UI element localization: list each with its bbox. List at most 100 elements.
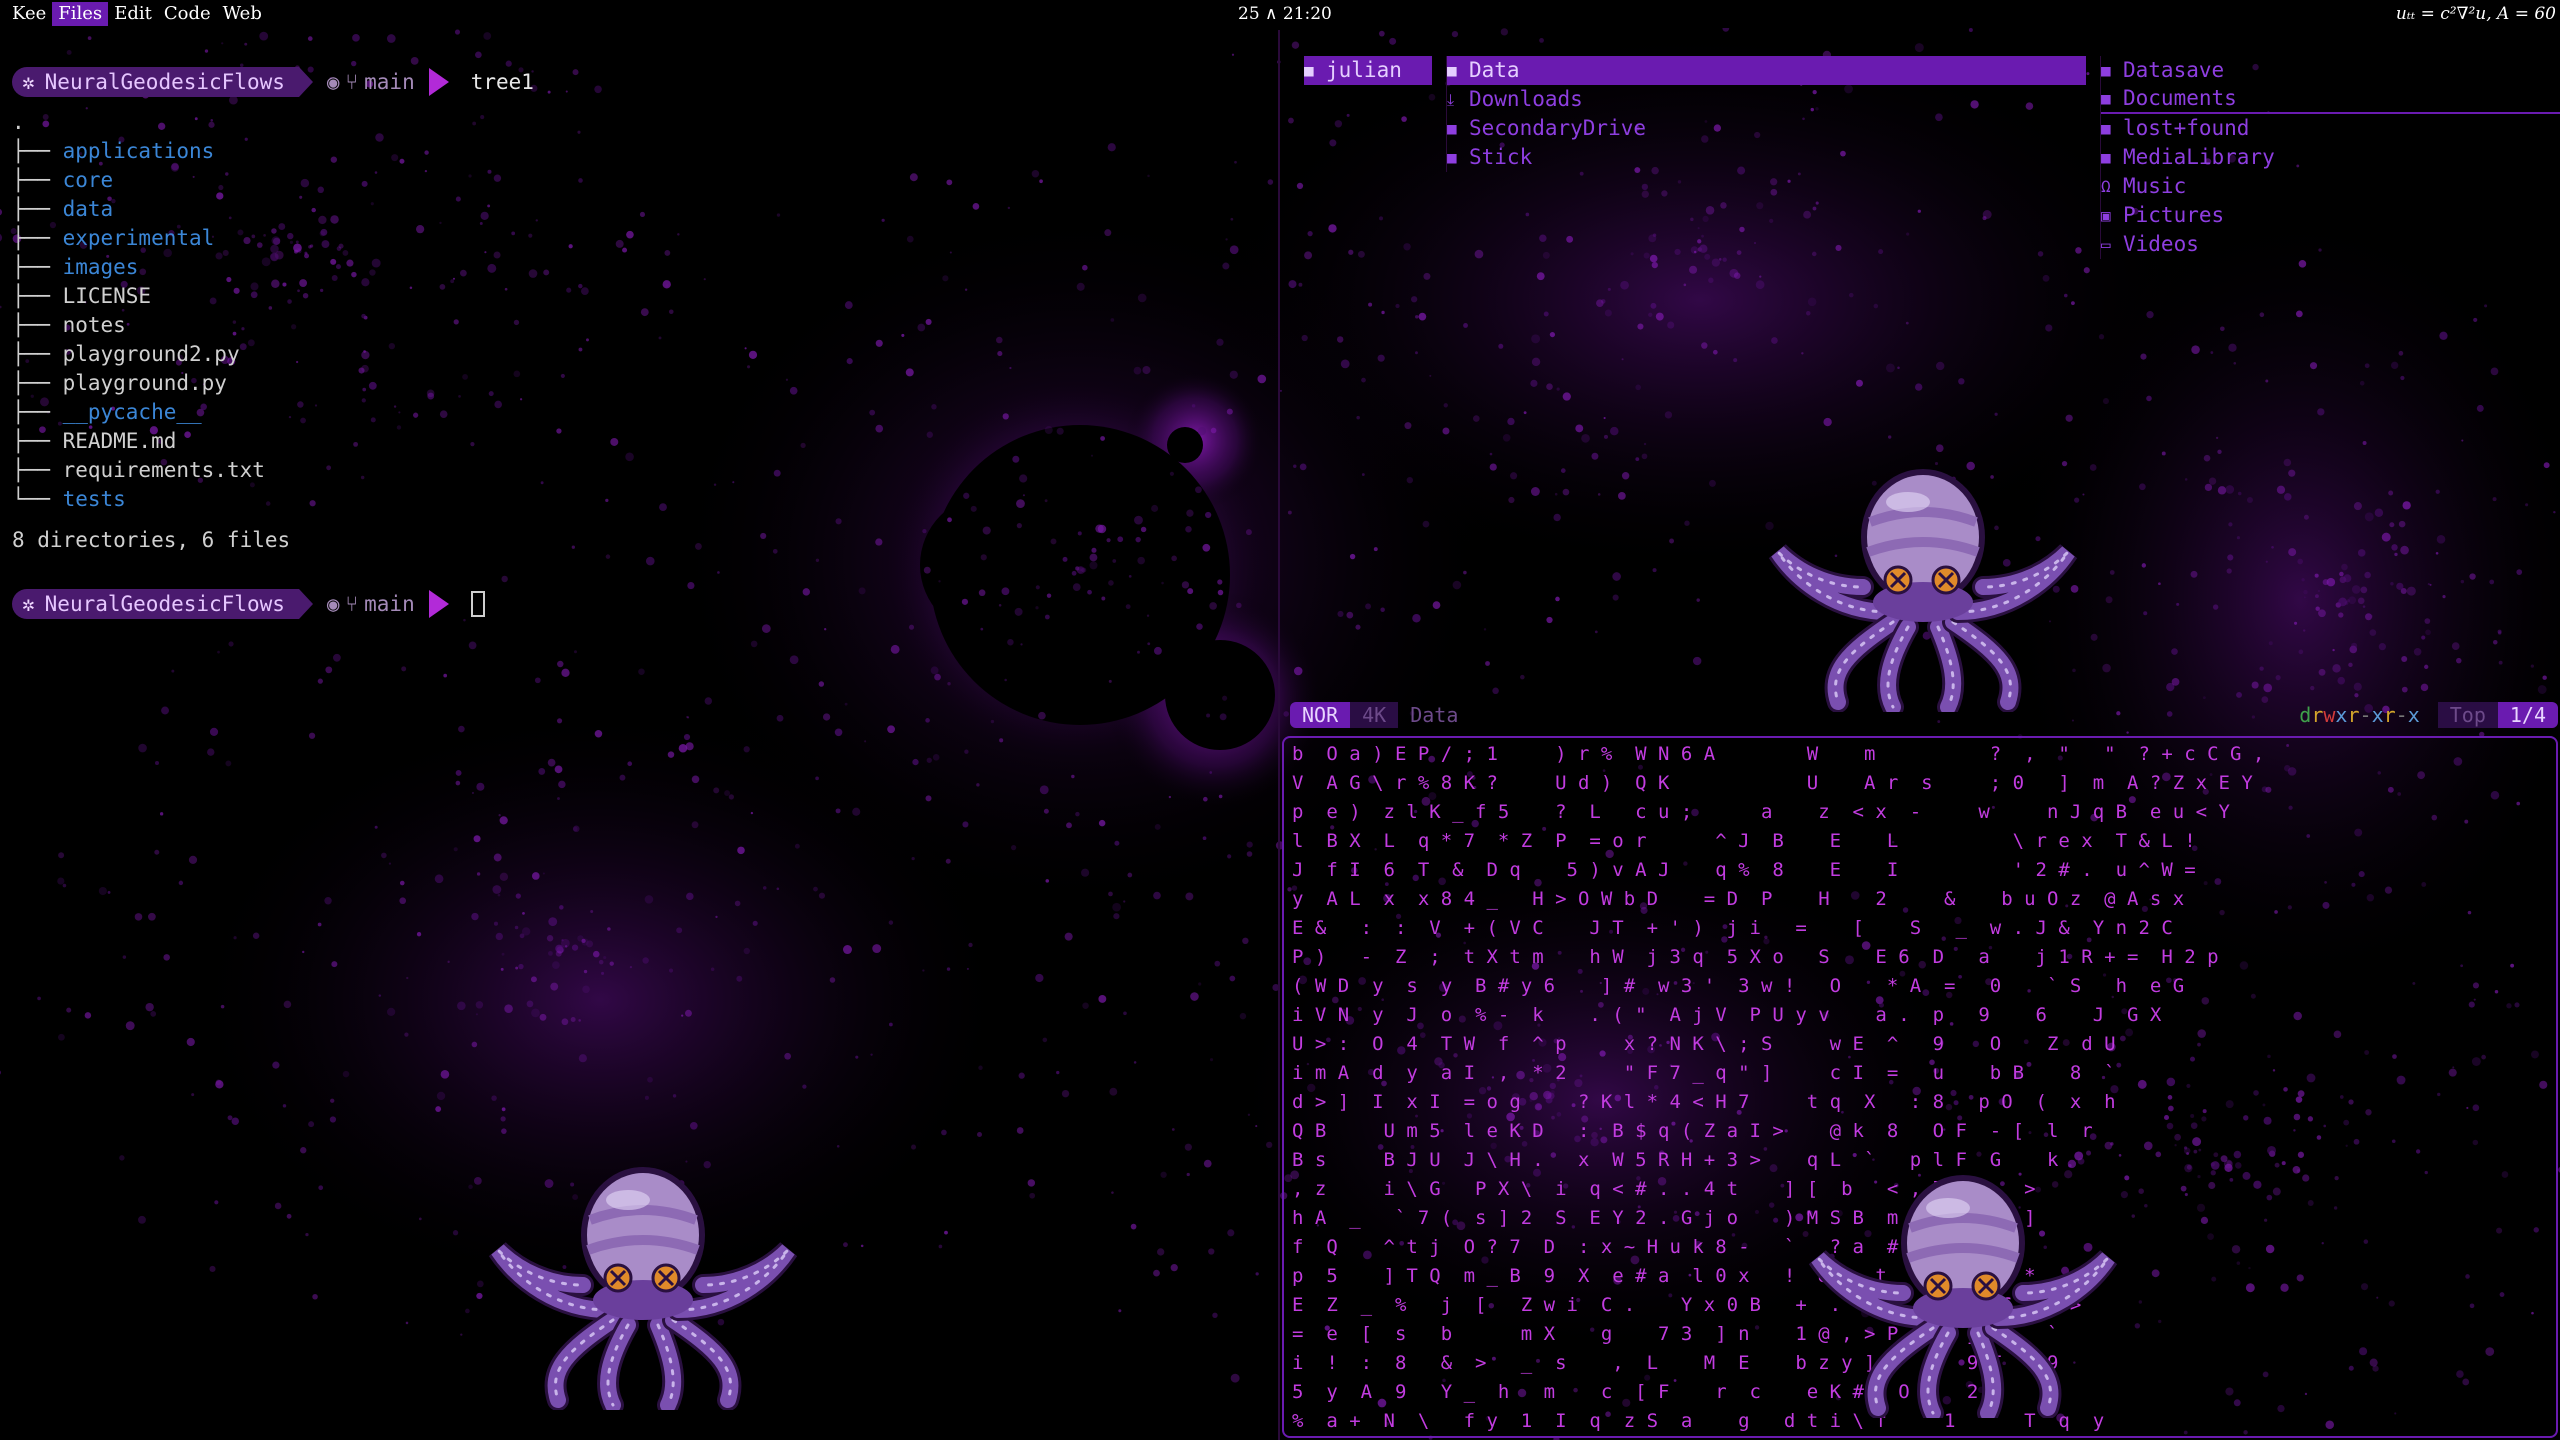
tree-entry: ├── README.md (12, 427, 265, 456)
fractal-speck (468, 1184, 473, 1190)
file-entry[interactable]: ■ Stick (1447, 143, 2086, 172)
tree-file-name: README.md (62, 429, 177, 453)
matrix-row: P ) - Z ; t X t m h W j 3 q 5 X o S E 6 … (1292, 946, 2219, 968)
fractal-speck (1118, 1309, 1122, 1313)
permission-char: r (2311, 703, 2324, 727)
prompt-dir-segment: ✲ NeuralGeodesicFlows (12, 589, 299, 619)
fractal-speck (561, 938, 570, 948)
terminal-pane[interactable]: ✲ NeuralGeodesicFlows ◉ ⑂ main tree1 . ├─… (0, 52, 1270, 652)
fractal-speck (607, 927, 611, 931)
fractal-speck (990, 719, 995, 724)
fractal-speck (1168, 795, 1172, 799)
file-entry[interactable]: ⤓ Downloads (1447, 85, 2086, 114)
terminal-cursor[interactable] (470, 591, 485, 617)
folder-icon: ■ (1447, 61, 1457, 80)
tree-branch: ├── (12, 197, 63, 221)
fractal-speck (912, 758, 919, 766)
mode-indicator: NOR (1290, 702, 1351, 728)
file-entry[interactable]: ▣ Pictures (2101, 201, 2560, 230)
fractal-speck (521, 927, 531, 936)
menu-bar: Kee Files Edit Code Web (6, 2, 268, 26)
prompt-chevron-icon (428, 590, 449, 618)
fractal-speck (1109, 1087, 1118, 1096)
fractal-speck (531, 872, 540, 880)
fractal-speck (1203, 1159, 1212, 1168)
shell-prompt: ✲ NeuralGeodesicFlows ◉ ⑂ main tree1 (12, 66, 534, 98)
tree-entry: ├── notes (12, 311, 265, 340)
fractal-speck (547, 758, 556, 767)
file-entry[interactable]: ■ MediaLibrary (2101, 143, 2560, 172)
video-icon: ▭ (2101, 235, 2111, 254)
fractal-speck (561, 668, 570, 677)
menu-item-web[interactable]: Web (217, 2, 268, 26)
fractal-speck (1266, 1141, 1273, 1148)
file-entry[interactable]: ■ SecondaryDrive (1447, 114, 2086, 143)
file-entry[interactable]: ■ Datasave (2101, 56, 2560, 85)
fractal-speck (500, 1116, 506, 1122)
fractal-speck (1291, 41, 1300, 49)
menu-item-code[interactable]: Code (158, 2, 217, 26)
fractal-speck (84, 1012, 92, 1019)
fractal-speck (925, 718, 930, 723)
fractal-speck (455, 780, 461, 786)
fractal-speck (685, 742, 694, 751)
fractal-speck (418, 1217, 422, 1221)
fractal-speck (835, 808, 841, 814)
tree-dir-name: __pycache__ (62, 400, 202, 424)
tree-entry: ├── playground.py (12, 369, 265, 398)
fractal-speck (331, 961, 338, 968)
file-entry[interactable]: ■ julian (1304, 56, 1432, 85)
fractal-speck (215, 1080, 224, 1089)
fractal-speck (704, 697, 713, 705)
folder-icon: ■ (1447, 148, 1457, 167)
file-entry-name: julian (1326, 58, 1402, 82)
fractal-speck (1230, 1373, 1240, 1383)
menu-item-edit[interactable]: Edit (108, 2, 158, 26)
permissions: drwxr-xr-x (2299, 703, 2419, 727)
matrix-row: p e ) z l K _ f 5 ? L c u ; a z < x - w … (1292, 801, 2231, 823)
tree-dir-name: data (62, 197, 114, 221)
head-highlight (1886, 492, 1930, 512)
fractal-speck (1039, 785, 1049, 795)
file-entry-name: Stick (1469, 145, 1533, 169)
fractal-speck (683, 733, 691, 741)
permission-char: - (2395, 703, 2408, 727)
permission-char: x (2407, 703, 2420, 727)
fractal-speck (125, 1021, 135, 1031)
fractal-speck (66, 1007, 72, 1013)
prompt-dir: NeuralGeodesicFlows (44, 592, 285, 616)
file-entry[interactable]: Ω Music (2101, 172, 2560, 201)
file-entry-name: Music (2123, 174, 2187, 198)
menu-item-kee[interactable]: Kee (6, 2, 52, 26)
fractal-speck (1154, 823, 1161, 830)
fractal-speck (1153, 891, 1161, 900)
fractal-speck (159, 812, 164, 816)
permission-char: d (2299, 703, 2312, 727)
matrix-row: E & : : V + ( V C J T + ' ) j i = [ S _ … (1292, 917, 2173, 939)
fractal-speck (440, 1070, 450, 1079)
file-entry[interactable]: ■ lost+found (2101, 114, 2560, 143)
matrix-row: i V N y J o % - k . ( " A j V P U y v a … (1292, 1004, 2162, 1026)
fractal-speck (171, 669, 175, 673)
fractal-speck (644, 895, 654, 904)
prompt-separator (298, 67, 313, 97)
fractal-speck (186, 1037, 195, 1047)
fractal-speck (1064, 932, 1073, 941)
fractal-speck (1184, 1143, 1192, 1151)
fractal-speck (546, 935, 554, 942)
fractal-speck (37, 996, 41, 1001)
fractal-speck (476, 782, 485, 791)
fractal-speck (966, 967, 969, 970)
preview-column: ■ Datasave ■ Documents ■ lost+found ■ MediaLibr… (2100, 56, 2560, 259)
tree-file-name: notes (62, 313, 126, 337)
file-entry[interactable]: ■ Documents (2101, 85, 2560, 114)
fractal-speck (676, 927, 683, 934)
menu-item-files[interactable]: Files (52, 2, 109, 26)
fractal-speck (836, 1144, 840, 1148)
fractal-speck (815, 776, 819, 781)
fractal-speck (1219, 713, 1227, 721)
file-entry[interactable]: ▭ Videos (2101, 230, 2560, 259)
fractal-speck (178, 880, 184, 886)
fractal-speck (1209, 771, 1213, 774)
file-entry[interactable]: ■ Data (1447, 56, 2086, 85)
